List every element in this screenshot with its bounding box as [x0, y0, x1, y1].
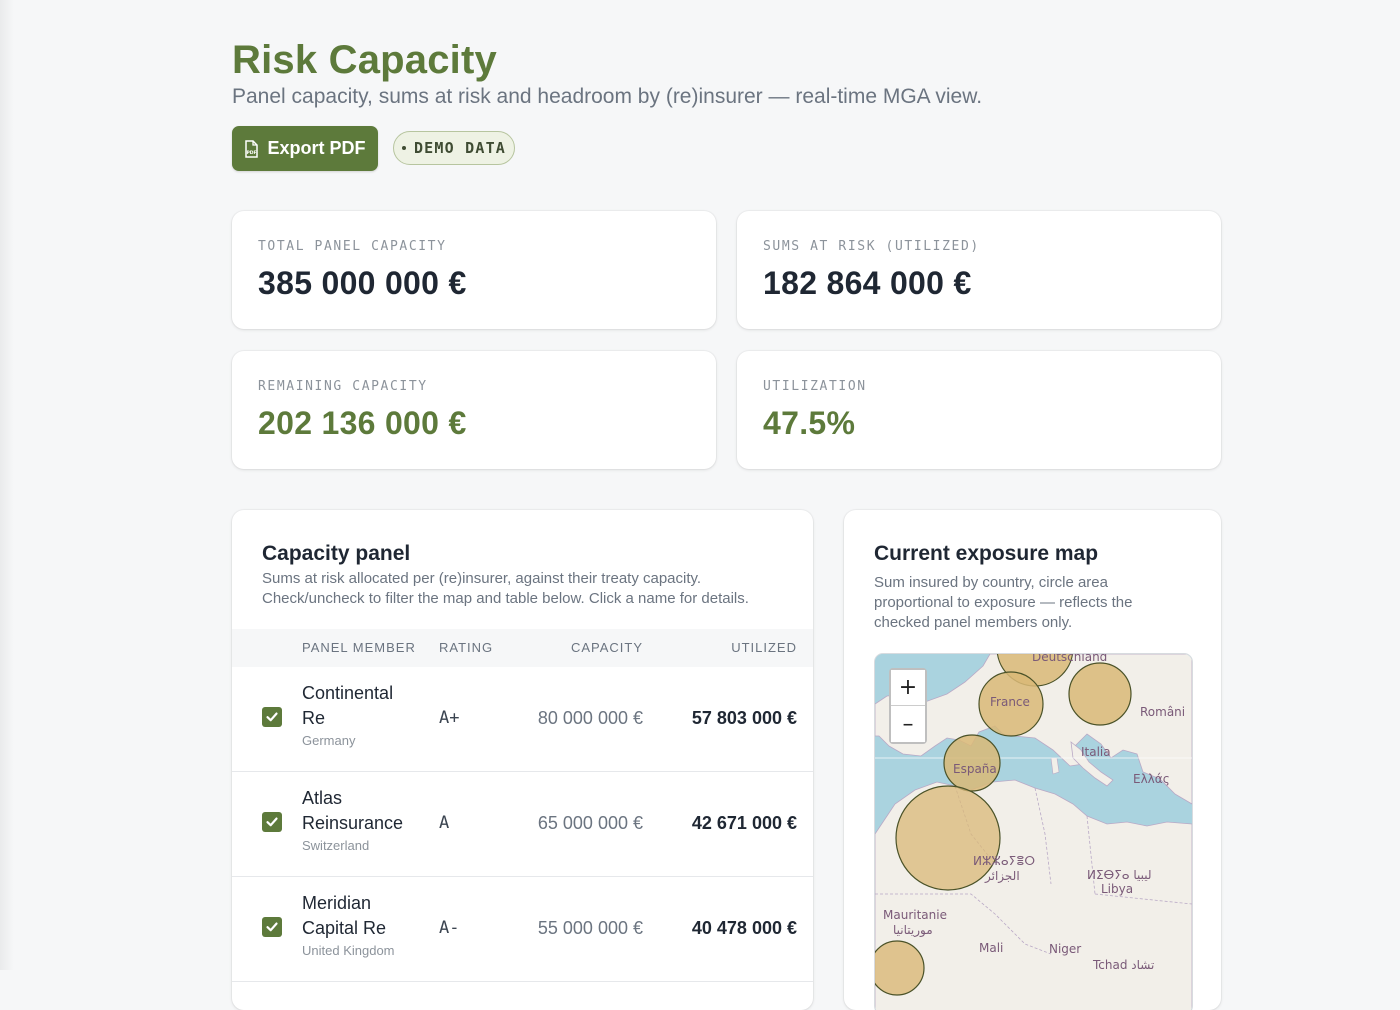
table-row: Continental Re Germany A+ 80 000 000 € 5… [232, 667, 813, 772]
checkmark-icon [266, 712, 278, 722]
zoom-out-button[interactable]: – [891, 706, 925, 742]
map-label-niger: Niger [1049, 942, 1081, 956]
kpi-sums-at-risk: SUMS AT RISK (UTILIZED) 182 864 000 € [737, 211, 1221, 329]
table-header: PANEL MEMBER RATING CAPACITY UTILIZED [232, 629, 813, 667]
member-rating: A+ [439, 708, 460, 728]
column-header-capacity[interactable]: CAPACITY [571, 640, 643, 655]
map-zoom-control: + – [889, 668, 927, 744]
page-subtitle: Panel capacity, sums at risk and headroo… [232, 85, 983, 108]
svg-text:PDF: PDF [247, 150, 257, 156]
member-utilized: 40 478 000 € [691, 918, 797, 938]
exposure-bubble-south-west[interactable] [875, 940, 925, 996]
demo-data-badge: DEMO DATA [393, 131, 515, 165]
kpi-utilization: UTILIZATION 47.5% [737, 351, 1221, 469]
capacity-panel: Capacity panel Sums at risk allocated pe… [232, 510, 813, 1010]
checkmark-icon [266, 922, 278, 932]
demo-data-label: DEMO DATA [413, 139, 507, 157]
member-utilized: 57 803 000 € [691, 708, 797, 728]
member-country: Germany [302, 733, 356, 748]
table-body: Continental Re Germany A+ 80 000 000 € 5… [232, 667, 813, 982]
kpi-label: REMAINING CAPACITY [258, 379, 428, 394]
member-capacity: 55 000 000 € [537, 918, 643, 938]
kpi-remaining-capacity: REMAINING CAPACITY 202 136 000 € [232, 351, 716, 469]
kpi-value: 202 136 000 € [258, 405, 467, 441]
map-label-algeria-ar: الجزائر [984, 869, 1020, 884]
map-label-france: France [990, 695, 1030, 709]
member-country: Switzerland [302, 838, 370, 853]
export-pdf-button[interactable]: PDF Export PDF [232, 126, 378, 171]
pdf-file-icon: PDF [245, 139, 259, 158]
export-pdf-label: Export PDF [267, 138, 366, 158]
map-label-mauritanie-ar: موريتانيا [893, 923, 933, 938]
kpi-value: 47.5% [763, 405, 856, 441]
zoom-in-button[interactable]: + [891, 670, 925, 706]
page-title: Risk Capacity [232, 38, 497, 82]
exposure-map-card: Current exposure map Sum insured by coun… [844, 510, 1221, 1010]
map-label-ellas: Ελλάς [1133, 772, 1170, 786]
member-capacity: 80 000 000 € [537, 708, 643, 728]
row-checkbox[interactable] [262, 707, 282, 727]
map-title: Current exposure map [874, 542, 1099, 565]
member-name-link[interactable]: Meridian Capital Re [302, 891, 420, 941]
kpi-label: UTILIZATION [763, 379, 867, 394]
exposure-bubble-italy[interactable] [1068, 662, 1132, 726]
column-header-rating[interactable]: RATING [439, 640, 493, 655]
member-country: United Kingdom [302, 943, 395, 958]
map-description: Sum insured by country, circle area prop… [874, 574, 1133, 631]
member-name-link[interactable]: Continental Re [302, 681, 420, 731]
member-name-link[interactable]: Atlas Reinsurance [302, 786, 420, 836]
map-label-libya-en: Libya [1101, 882, 1133, 896]
exposure-map[interactable]: Deutschland France Români Italia España … [874, 653, 1193, 1010]
map-label-mali: Mali [979, 941, 1003, 955]
page-edge [0, 0, 14, 970]
checkmark-icon [266, 817, 278, 827]
column-header-member[interactable]: PANEL MEMBER [302, 640, 416, 655]
member-rating: A [439, 813, 450, 833]
kpi-value: 385 000 000 € [258, 265, 467, 301]
map-label-deutschland: Deutschland [1032, 654, 1107, 664]
row-checkbox[interactable] [262, 812, 282, 832]
member-utilized: 42 671 000 € [691, 813, 797, 833]
map-label-romania: Români [1140, 705, 1185, 719]
panel-description: Sums at risk allocated per (re)insurer, … [262, 570, 749, 607]
table-row: Meridian Capital Re United Kingdom A- 55… [232, 877, 813, 982]
map-label-italia: Italia [1081, 745, 1111, 759]
map-label-libya: ⵍⵉⴱⵢⴰ ليبيا [1087, 868, 1152, 882]
map-label-mauritanie: Mauritanie [883, 908, 947, 922]
map-label-espana: España [953, 762, 997, 776]
table-row: Atlas Reinsurance Switzerland A 65 000 0… [232, 772, 813, 877]
member-rating: A- [439, 918, 460, 938]
kpi-value: 182 864 000 € [763, 265, 972, 301]
panel-title: Capacity panel [262, 542, 411, 565]
member-capacity: 65 000 000 € [537, 813, 643, 833]
kpi-total-panel-capacity: TOTAL PANEL CAPACITY 385 000 000 € [232, 211, 716, 329]
row-checkbox[interactable] [262, 917, 282, 937]
map-label-algeria: ⵍⵣⵣⴰⵢⴻⵔ [973, 854, 1035, 868]
column-header-utilized[interactable]: UTILIZED [731, 640, 797, 655]
dot-icon [401, 146, 406, 150]
kpi-label: SUMS AT RISK (UTILIZED) [763, 239, 980, 254]
kpi-label: TOTAL PANEL CAPACITY [258, 239, 447, 254]
